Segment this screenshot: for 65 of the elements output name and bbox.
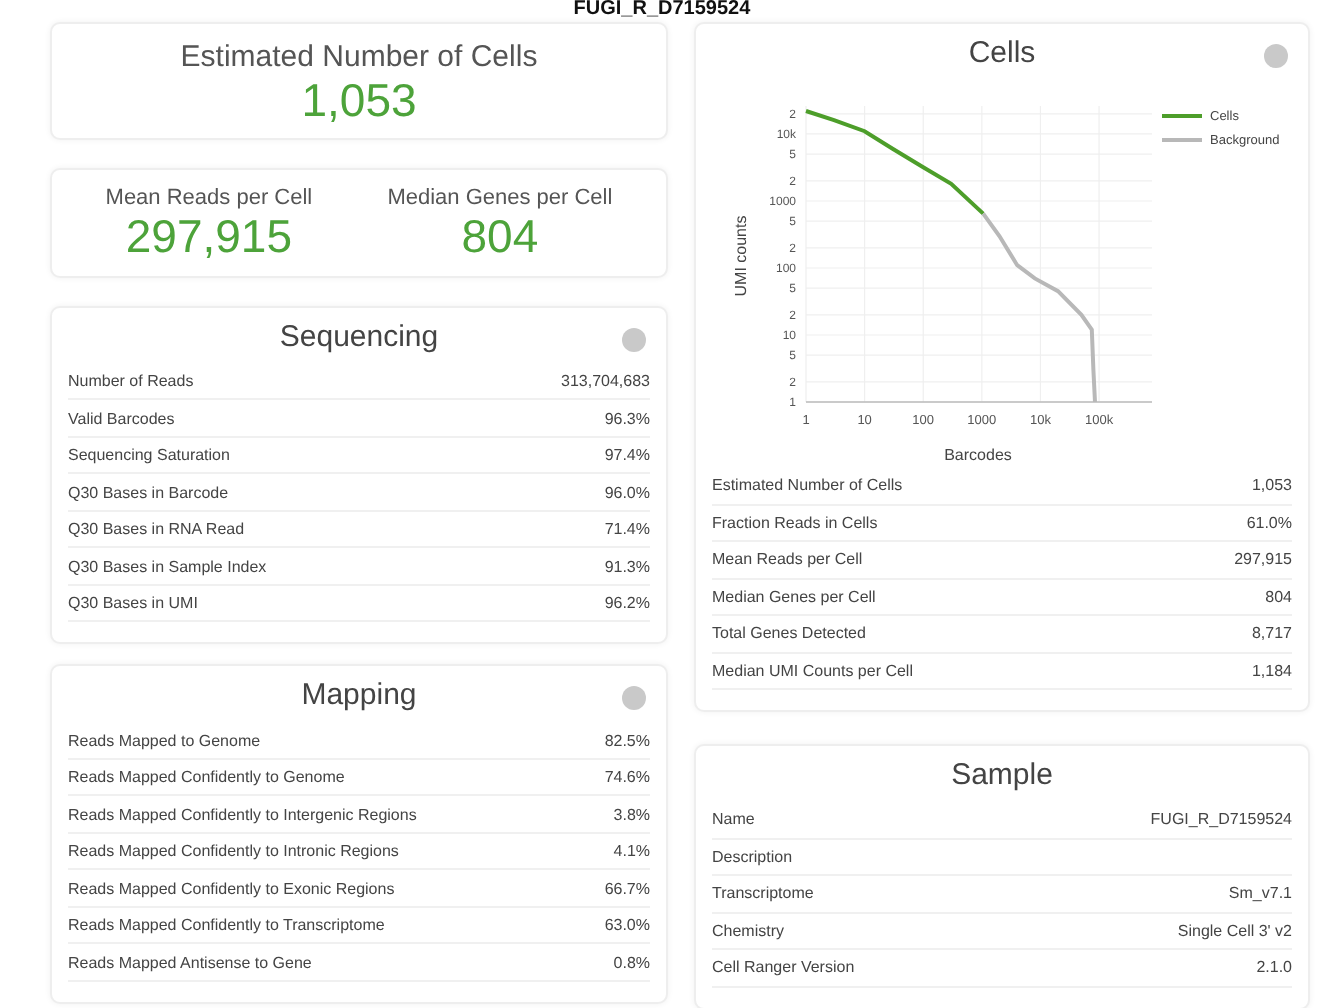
row-label: Q30 Bases in UMI: [68, 594, 198, 613]
row-value: 1,053: [1251, 476, 1292, 495]
row-value: 96.0%: [604, 483, 650, 502]
row-label: Name: [712, 810, 755, 829]
row-value: 96.3%: [604, 409, 650, 428]
help-icon[interactable]: [1264, 44, 1288, 68]
card-title: Cells: [968, 36, 1036, 70]
row-value: 66.7%: [604, 879, 650, 898]
metric-label: Median Genes per Cell: [387, 186, 613, 211]
row-value: 71.4%: [604, 520, 650, 539]
row-value: 82.5%: [604, 731, 650, 750]
row-value: 63.0%: [604, 916, 650, 935]
row-label: Total Genes Detected: [712, 624, 866, 643]
row-value: 8,717: [1251, 624, 1292, 643]
row-label: Number of Reads: [68, 372, 194, 391]
row-value: 0.8%: [613, 953, 650, 972]
row-label: Fraction Reads in Cells: [712, 513, 878, 532]
metric-value: 804: [461, 210, 539, 264]
metric-label: Mean Reads per Cell: [105, 186, 313, 211]
row-label: Description: [712, 847, 793, 866]
row-value: 313,704,683: [561, 372, 650, 391]
x-axis-title: Barcodes: [944, 446, 1012, 464]
row-label: Q30 Bases in Sample Index: [68, 557, 267, 576]
row-value: 2.1.0: [1256, 958, 1292, 977]
row-label: Reads Mapped Confidently to Transcriptome: [68, 916, 385, 935]
row-label: Cell Ranger Version: [712, 958, 855, 977]
row-label: Median UMI Counts per Cell: [712, 661, 913, 680]
row-label: Reads Mapped Confidently to Intergenic Regions: [68, 805, 417, 824]
y-axis-title: UMI counts: [732, 215, 750, 297]
row-label: Reads Mapped Confidently to Exonic Regions: [68, 879, 395, 898]
row-value: 97.4%: [604, 446, 650, 465]
row-value: Sm_v7.1: [1228, 884, 1292, 903]
row-label: Transcriptome: [712, 884, 814, 903]
row-label: Q30 Bases in RNA Read: [68, 520, 245, 539]
row-label: Median Genes per Cell: [712, 587, 876, 606]
row-label: Sequencing Saturation: [68, 446, 230, 465]
row-label: Valid Barcodes: [68, 409, 175, 428]
row-label: Mean Reads per Cell: [712, 550, 863, 569]
row-value: 4.1%: [613, 842, 650, 861]
row-value: 297,915: [1234, 550, 1292, 569]
row-value: 804: [1265, 587, 1292, 606]
row-label: Estimated Number of Cells: [712, 476, 903, 495]
row-label: Q30 Bases in Barcode: [68, 483, 229, 502]
metric-value: 297,915: [125, 210, 293, 264]
row-label: Reads Mapped Confidently to Intronic Regions: [68, 842, 399, 861]
row-label: Chemistry: [712, 921, 785, 940]
row-value: 96.2%: [604, 594, 650, 613]
help-icon[interactable]: [622, 686, 646, 711]
row-value: 1,184: [1251, 661, 1292, 680]
row-value: 74.6%: [604, 768, 650, 787]
row-label: Reads Mapped to Genome: [68, 731, 261, 750]
row-value: 91.3%: [604, 557, 650, 576]
row-value: Single Cell 3' v2: [1177, 921, 1292, 940]
page-title: FUGI_R_D7159524: [571, 0, 753, 20]
row-label: Reads Mapped Antisense to Gene: [68, 953, 312, 972]
metric-value: 1,053: [301, 74, 417, 127]
card-title: Mapping: [301, 678, 417, 713]
row-value: 61.0%: [1246, 513, 1292, 532]
row-value: 3.8%: [613, 805, 650, 824]
card-title: Sequencing: [279, 319, 439, 354]
card-title: Sample: [951, 758, 1053, 792]
row-label: Reads Mapped Confidently to Genome: [68, 768, 345, 787]
row-value: FUGI_R_D7159524: [1150, 810, 1292, 829]
metric-label: Estimated Number of Cells: [180, 40, 538, 74]
help-icon[interactable]: [622, 327, 646, 352]
